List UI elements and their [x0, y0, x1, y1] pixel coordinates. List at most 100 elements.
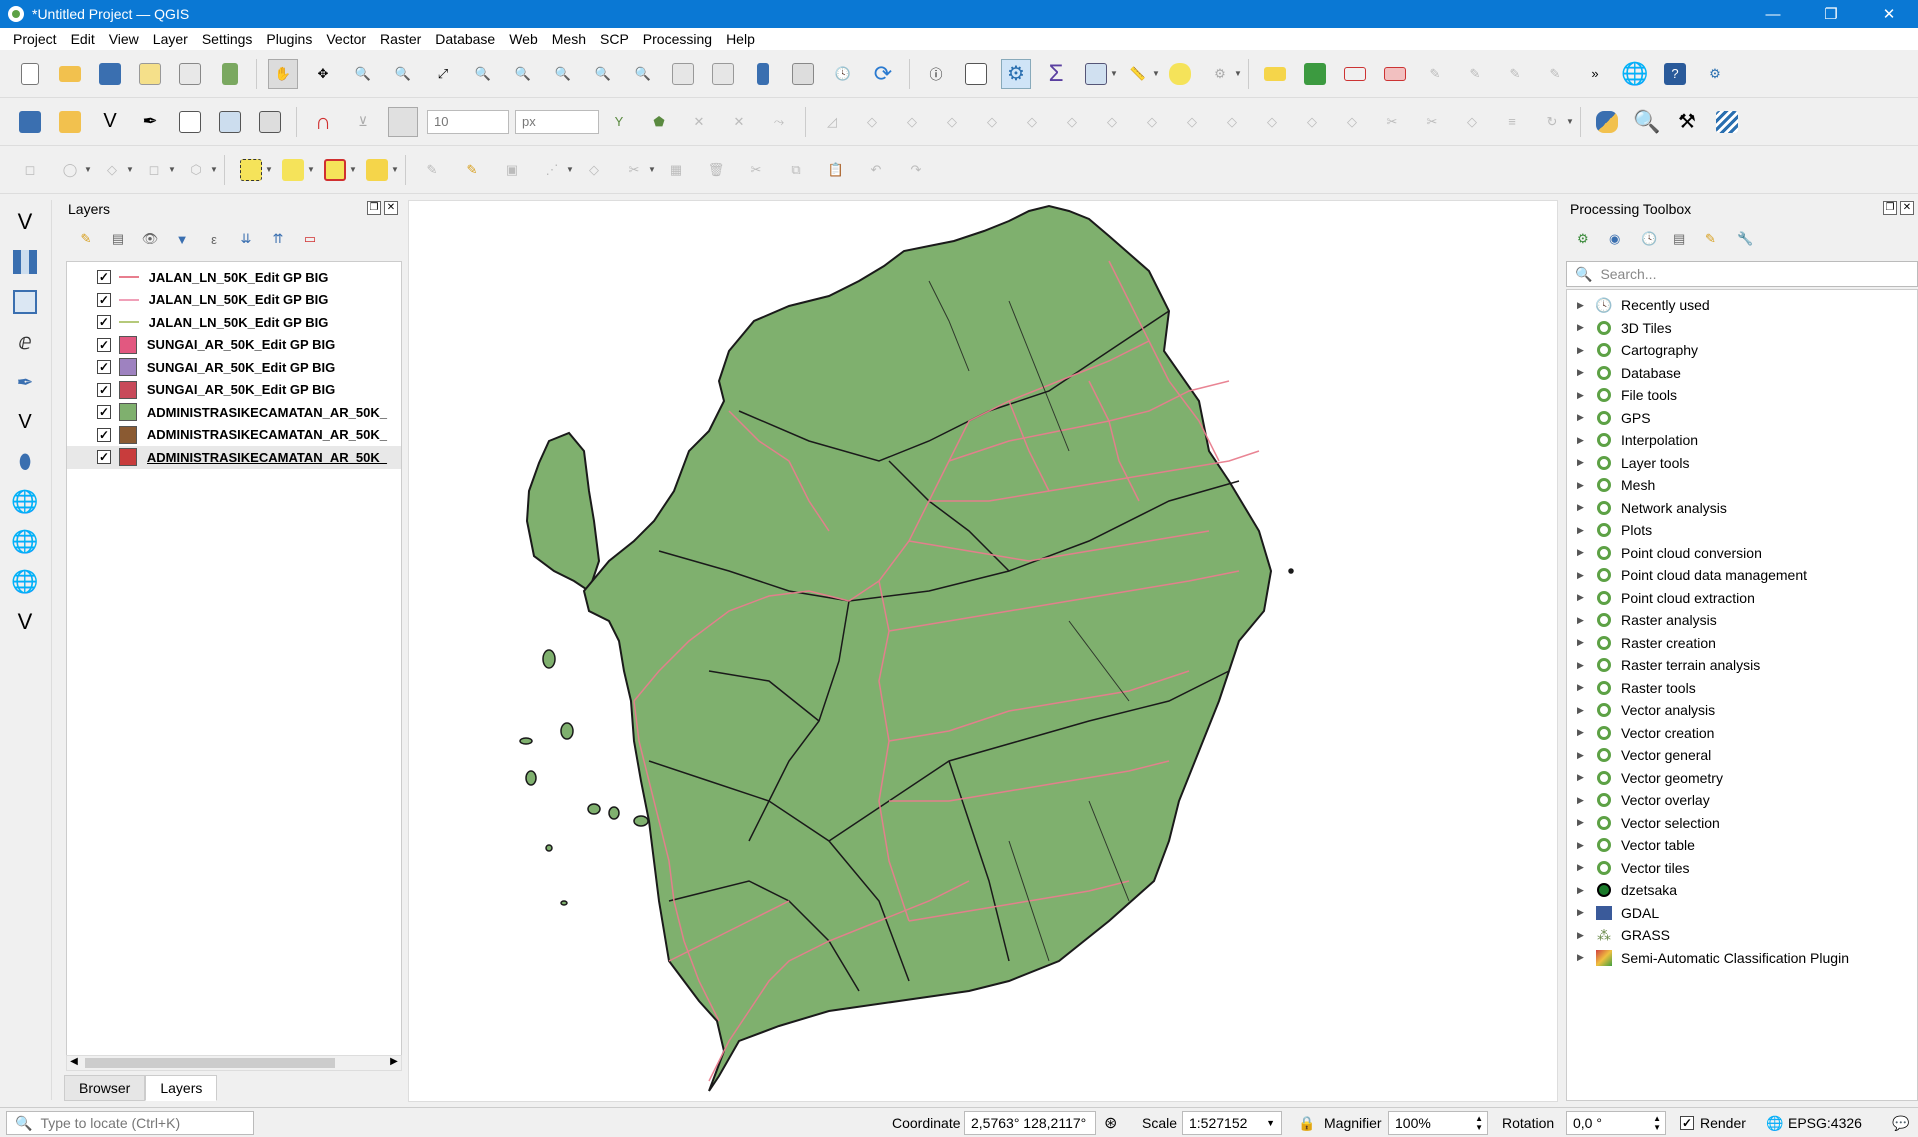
locator-search-input[interactable]: 🔍 Type to locate (Ctrl+K): [6, 1111, 254, 1135]
menu-layer[interactable]: Layer: [146, 31, 195, 47]
digitizing-grey-13-icon[interactable]: ◇: [1297, 107, 1327, 137]
copy-features-icon[interactable]: ✂: [741, 155, 771, 185]
digitizing-grey-2-icon[interactable]: ◇: [857, 107, 887, 137]
trace-icon[interactable]: ⤳: [764, 107, 794, 137]
save-edits-icon[interactable]: ▣: [497, 155, 527, 185]
coordinate-field[interactable]: 2,5763° 128,2117°: [964, 1111, 1096, 1135]
expand-arrow-icon[interactable]: ▶: [1577, 345, 1595, 356]
topological-editing-icon[interactable]: Y: [604, 107, 634, 137]
expand-arrow-icon[interactable]: ▶: [1577, 367, 1595, 378]
close-button[interactable]: ✕: [1860, 0, 1918, 28]
processing-item[interactable]: ▶ Mesh: [1567, 474, 1917, 497]
attribute-form-icon[interactable]: [1081, 59, 1111, 89]
layer-name[interactable]: JALAN_LN_50K_Edit GP BIG: [149, 315, 401, 330]
menu-project[interactable]: Project: [6, 31, 64, 47]
processing-item[interactable]: ▶ 3D Tiles: [1567, 317, 1917, 340]
new-shapefile-icon[interactable]: V: [95, 107, 125, 137]
add-raster-layer-icon[interactable]: [7, 244, 43, 280]
processing-item[interactable]: ▶ GDAL: [1567, 902, 1917, 925]
processing-item[interactable]: ▶ Vector general: [1567, 744, 1917, 767]
show-bookmarks-icon[interactable]: [788, 59, 818, 89]
digitizing-grey-16-icon[interactable]: ✂: [1417, 107, 1447, 137]
zoom-native-icon[interactable]: 🔍: [548, 59, 578, 89]
processing-item[interactable]: ▶ Vector creation: [1567, 722, 1917, 745]
menu-mesh[interactable]: Mesh: [545, 31, 593, 47]
snapping-mode-icon[interactable]: [388, 106, 418, 137]
tab-layers[interactable]: Layers: [145, 1075, 218, 1101]
pan-map-icon[interactable]: ✋: [268, 58, 298, 89]
more-tools-icon[interactable]: »: [1580, 59, 1610, 89]
scp-plugin-icon[interactable]: [1712, 107, 1742, 137]
split-features-icon[interactable]: ✕: [724, 107, 754, 137]
pin-labels-icon[interactable]: [1340, 59, 1370, 89]
processing-item[interactable]: ▶ Vector selection: [1567, 812, 1917, 835]
expand-arrow-icon[interactable]: ▶: [1577, 727, 1595, 738]
layer-row[interactable]: ✓ JALAN_LN_50K_Edit GP BIG: [67, 289, 401, 312]
processing-item[interactable]: ▶ File tools: [1567, 384, 1917, 407]
expand-arrow-icon[interactable]: ▶: [1577, 547, 1595, 558]
deselect-features-icon[interactable]: [320, 155, 350, 185]
collapse-all-icon[interactable]: ⇈: [267, 228, 289, 250]
add-vector-layer-icon[interactable]: V: [7, 204, 43, 240]
menu-vector[interactable]: Vector: [319, 31, 373, 47]
add-postgis-layer-icon[interactable]: ✒: [7, 364, 43, 400]
processing-item[interactable]: ▶ Raster tools: [1567, 677, 1917, 700]
new-mesh-layer-icon[interactable]: [255, 107, 285, 137]
close-panel-button[interactable]: ✕: [1900, 201, 1914, 215]
layout-manager-icon[interactable]: [175, 59, 205, 89]
expand-arrow-icon[interactable]: ▶: [1577, 502, 1595, 513]
expand-all-icon[interactable]: ⇊: [235, 228, 257, 250]
expand-arrow-icon[interactable]: ▶: [1577, 390, 1595, 401]
new-virtual-layer-icon[interactable]: [215, 107, 245, 137]
expand-arrow-icon[interactable]: ▶: [1577, 525, 1595, 536]
layer-row[interactable]: ✓ ADMINISTRASIKECAMATAN_AR_50K_: [67, 401, 401, 424]
digitizing-grey-1-icon[interactable]: ◿: [817, 107, 847, 137]
processing-item[interactable]: ▶ Interpolation: [1567, 429, 1917, 452]
digitizing-grey-12-icon[interactable]: ◇: [1257, 107, 1287, 137]
processing-item[interactable]: ▶ Raster analysis: [1567, 609, 1917, 632]
remove-layer-icon[interactable]: ▭: [299, 228, 321, 250]
processing-item[interactable]: ▶ Semi-Automatic Classification Plugin: [1567, 947, 1917, 970]
grey-tool-1-icon[interactable]: ◻: [15, 155, 45, 185]
layer-name[interactable]: ADMINISTRASIKECAMATAN_AR_50K_: [147, 427, 401, 442]
zoom-to-layer-icon[interactable]: 🔍: [508, 59, 538, 89]
processing-item[interactable]: ▶ Plots: [1567, 519, 1917, 542]
map-canvas[interactable]: [408, 200, 1558, 1102]
add-feature-icon[interactable]: ⋰: [537, 155, 567, 185]
layer-row[interactable]: ✓ SUNGAI_AR_50K_Edit GP BIG: [67, 334, 401, 357]
expand-arrow-icon[interactable]: ▶: [1577, 907, 1595, 918]
zoom-to-selection-icon[interactable]: 🔍: [468, 59, 498, 89]
layer-row[interactable]: ✓ ADMINISTRASIKECAMATAN_AR_50K_: [67, 424, 401, 447]
messages-icon[interactable]: 💬: [1892, 1115, 1909, 1132]
select-features-icon[interactable]: [236, 155, 266, 185]
processing-item[interactable]: ▶ Vector table: [1567, 834, 1917, 857]
layer-row[interactable]: ✓ SUNGAI_AR_50K_Edit GP BIG: [67, 379, 401, 402]
filter-expression-icon[interactable]: ε: [203, 228, 225, 250]
add-mssql-layer-icon[interactable]: ⬮: [7, 444, 43, 480]
crs-button[interactable]: EPSG:4326: [1788, 1115, 1862, 1131]
redo-arrow-icon[interactable]: ↷: [901, 155, 931, 185]
select-location-icon[interactable]: [362, 155, 392, 185]
processing-item[interactable]: ▶ ⁂ GRASS: [1567, 924, 1917, 947]
add-spatialite-layer-icon[interactable]: V: [7, 404, 43, 440]
digitizing-grey-14-icon[interactable]: ◇: [1337, 107, 1367, 137]
new-temporary-layer-icon[interactable]: [175, 107, 205, 137]
digitizing-grey-3-icon[interactable]: ◇: [897, 107, 927, 137]
processing-item[interactable]: ▶ Network analysis: [1567, 497, 1917, 520]
style-manager-icon[interactable]: [215, 59, 245, 89]
manage-map-themes-icon[interactable]: 👁: [139, 228, 161, 250]
expand-arrow-icon[interactable]: ▶: [1577, 682, 1595, 693]
add-wfs-layer-icon[interactable]: 🌐: [7, 524, 43, 560]
python-console-icon[interactable]: [1592, 107, 1622, 137]
expand-arrow-icon[interactable]: ▶: [1577, 772, 1595, 783]
select-by-expression-icon[interactable]: [278, 155, 308, 185]
open-layer-styling-icon[interactable]: ✎: [75, 228, 97, 250]
layer-visibility-checkbox[interactable]: ✓: [97, 427, 111, 442]
snapping-layer-icon[interactable]: ⊻: [348, 107, 378, 137]
open-attribute-table-icon[interactable]: [961, 59, 991, 89]
digitizing-grey-11-icon[interactable]: ◇: [1217, 107, 1247, 137]
identify-features-icon[interactable]: ⓘ: [921, 59, 951, 89]
expand-arrow-icon[interactable]: ▶: [1577, 412, 1595, 423]
cut-features-icon[interactable]: 🗑: [701, 155, 731, 185]
digitizing-grey-10-icon[interactable]: ◇: [1177, 107, 1207, 137]
